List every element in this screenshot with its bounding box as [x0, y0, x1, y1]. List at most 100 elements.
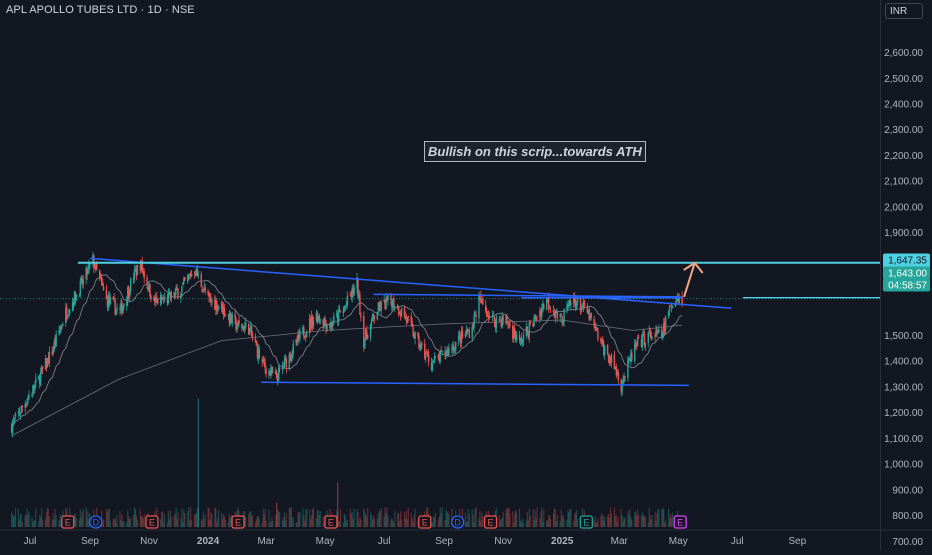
- volume-bar: [407, 507, 409, 527]
- candle-body: [604, 345, 606, 355]
- candle-body: [211, 300, 213, 303]
- candle-body: [662, 334, 664, 339]
- candle-body: [634, 344, 636, 361]
- candle-body: [55, 333, 57, 347]
- candle-body: [432, 361, 435, 364]
- candle-body: [506, 315, 508, 324]
- price-axis-tick: 2,000.00: [884, 202, 923, 213]
- candle-body: [606, 344, 609, 355]
- time-axis-tick: Jul: [731, 536, 744, 547]
- volume-bar: [563, 519, 565, 527]
- candle-body: [380, 302, 382, 311]
- candle-body: [407, 316, 410, 318]
- bar-countdown-label: 04:58:57: [888, 281, 927, 292]
- candle-body: [376, 311, 379, 320]
- candle-body: [231, 314, 233, 324]
- candle-body: [163, 297, 166, 299]
- candle-body: [493, 315, 496, 323]
- candle-body: [410, 316, 412, 323]
- time-axis-tick: 2024: [197, 536, 220, 547]
- volume-bar: [543, 509, 545, 527]
- volume-bar: [671, 512, 674, 527]
- volume-bar: [631, 520, 633, 527]
- volume-bar: [570, 508, 572, 527]
- volume-bar: [42, 519, 44, 527]
- volume-bar: [468, 513, 470, 527]
- chart-canvas[interactable]: E D E E E E D E E E Jul Sep Nov 2024 Mar May Jul Sep Nov 2…: [0, 0, 932, 550]
- candle-body: [366, 335, 369, 339]
- candle-body: [421, 343, 423, 345]
- candle-body: [475, 314, 477, 317]
- candle-body: [200, 273, 202, 288]
- candle-body: [448, 347, 450, 355]
- candle-body: [244, 326, 246, 331]
- volume-spike: [197, 398, 199, 527]
- candle-body: [406, 317, 409, 323]
- candle-body: [61, 325, 63, 327]
- candle-body: [549, 309, 552, 311]
- candle-body: [357, 278, 359, 297]
- candle-body: [387, 294, 389, 301]
- candle-body: [343, 307, 346, 311]
- event-marker-label: E: [149, 518, 155, 528]
- candle-body: [433, 356, 436, 362]
- candle-body: [556, 310, 559, 319]
- volume-bar: [272, 520, 274, 527]
- candle-body: [637, 337, 640, 339]
- price-axis-tick: 1,300.00: [884, 382, 923, 393]
- candle-body: [441, 351, 443, 352]
- volume-bar: [339, 509, 342, 527]
- price-labels: 1,782.701,647.351,643.0004:58:57: [883, 253, 930, 292]
- candle-body: [344, 305, 347, 307]
- candle-body: [27, 398, 29, 401]
- volume-bar: [211, 514, 213, 527]
- candle-body: [291, 354, 293, 360]
- candle-body: [509, 324, 511, 327]
- candle-body: [251, 334, 254, 338]
- candle-body: [373, 316, 376, 320]
- chart-annotation[interactable]: Bullish on this scrip...towards ATH: [424, 141, 646, 162]
- candle-body: [346, 295, 349, 306]
- candle-body: [255, 341, 258, 346]
- candle-body: [62, 324, 64, 326]
- chart-area[interactable]: E D E E E E D E E E Jul Sep Nov 2024 Mar May Jul Sep Nov 2…: [0, 0, 932, 550]
- price-axis-tick: 2,200.00: [884, 151, 923, 162]
- volume-bar: [82, 509, 84, 527]
- candle-body: [88, 264, 90, 269]
- volume-bar: [279, 511, 281, 527]
- volume-bar: [536, 507, 538, 527]
- candle-body: [265, 368, 267, 375]
- event-marker-label: E: [65, 518, 71, 528]
- currency-button[interactable]: INR: [885, 3, 923, 19]
- volume-bar: [617, 517, 619, 527]
- volume-bar: [529, 516, 531, 527]
- candle-body: [209, 296, 211, 298]
- candle-body: [431, 363, 434, 371]
- volume-bar: [265, 520, 267, 527]
- volume-bar: [319, 510, 321, 527]
- volume-bar: [109, 520, 111, 527]
- volume-bar: [658, 509, 660, 527]
- volume-bar: [400, 519, 403, 527]
- event-marker-label: E: [422, 518, 428, 528]
- volume-bar: [190, 520, 193, 527]
- candle-body: [48, 351, 51, 363]
- candle-body: [35, 378, 37, 383]
- volume-bar: [394, 511, 396, 527]
- candle-body: [98, 270, 101, 278]
- candle-body: [196, 269, 199, 277]
- volume-bar: [651, 515, 653, 527]
- candle-body: [248, 327, 251, 336]
- time-axis-tick: Mar: [257, 536, 275, 547]
- volume-bar: [624, 518, 626, 527]
- candle-body: [627, 359, 629, 378]
- candle-body: [337, 309, 340, 322]
- candle-body: [68, 309, 71, 314]
- candle-body: [464, 333, 467, 337]
- candle-body: [204, 287, 206, 293]
- candle-body: [238, 320, 240, 324]
- volume-bar: [123, 520, 125, 527]
- price-axis-tick: 2,300.00: [884, 125, 923, 136]
- candle-body: [671, 305, 674, 308]
- price-axis-tick: 1,900.00: [884, 228, 923, 239]
